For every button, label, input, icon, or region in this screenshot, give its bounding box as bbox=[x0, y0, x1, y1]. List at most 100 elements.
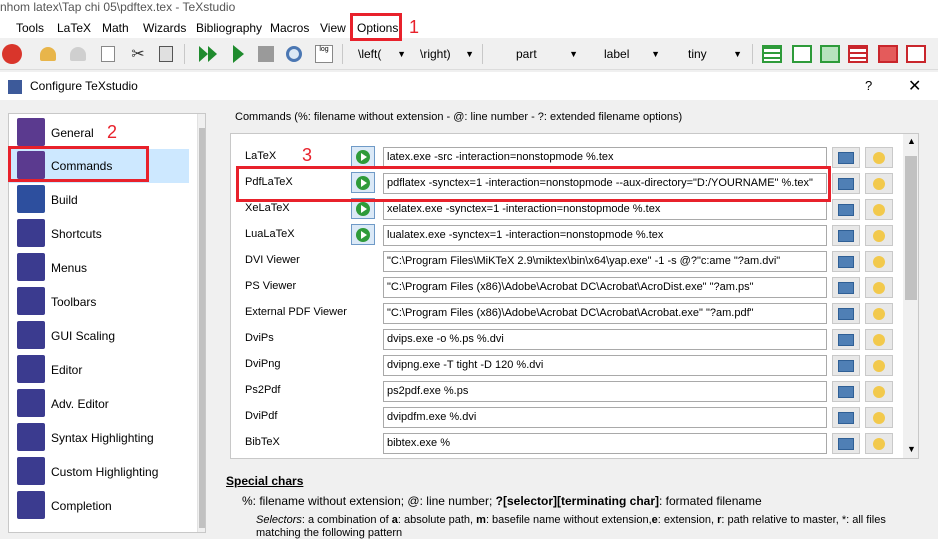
gui-scaling-icon bbox=[17, 321, 45, 349]
close-icon[interactable]: ✕ bbox=[908, 76, 921, 96]
reset-icon[interactable] bbox=[865, 329, 893, 350]
label-label: label bbox=[604, 47, 630, 61]
save-icon[interactable] bbox=[832, 199, 860, 220]
help-button[interactable]: ? bbox=[865, 78, 872, 93]
save-icon[interactable] bbox=[832, 433, 860, 454]
sidebar-item-menus[interactable]: Menus bbox=[9, 251, 189, 285]
left-delim-combo[interactable]: \left(▼ bbox=[358, 43, 408, 65]
xelatex-command-field[interactable]: xelatex.exe -synctex=1 -interaction=nons… bbox=[383, 199, 827, 220]
reset-icon[interactable] bbox=[865, 225, 893, 246]
dvipng-command-field[interactable]: dvipng.exe -T tight -D 120 %.dvi bbox=[383, 355, 827, 376]
redo-icon[interactable] bbox=[66, 42, 90, 66]
menu-latex[interactable]: LaTeX bbox=[57, 21, 91, 35]
undo-icon[interactable] bbox=[36, 42, 60, 66]
ps-viewer-command-field[interactable]: "C:\Program Files (x86)\Adobe\Acrobat DC… bbox=[383, 277, 827, 298]
sidebar-item-adv-editor[interactable]: Adv. Editor bbox=[9, 387, 189, 421]
reset-icon[interactable] bbox=[865, 251, 893, 272]
save-icon[interactable] bbox=[832, 355, 860, 376]
sidebar-item-custom-highlighting[interactable]: Custom Highlighting bbox=[9, 455, 189, 489]
save-icon[interactable] bbox=[832, 277, 860, 298]
save-icon[interactable] bbox=[832, 173, 860, 194]
chevron-up-icon[interactable]: ▲ bbox=[907, 136, 916, 146]
close-doc-icon[interactable] bbox=[0, 42, 24, 66]
ps2pdf-command-field[interactable]: ps2pdf.exe %.ps bbox=[383, 381, 827, 402]
table-delete-row-icon[interactable] bbox=[904, 42, 928, 66]
sidebar-scroll-thumb[interactable] bbox=[199, 128, 205, 528]
size-combo[interactable]: tiny ▼ bbox=[688, 43, 744, 65]
external-pdf-viewer-command-field[interactable]: "C:\Program Files (x86)\Adobe\Acrobat DC… bbox=[383, 303, 827, 324]
save-icon[interactable] bbox=[832, 147, 860, 168]
toolbars-icon bbox=[17, 287, 45, 315]
table-delete-icon[interactable] bbox=[846, 42, 870, 66]
table-col-icon[interactable] bbox=[790, 42, 814, 66]
stop-icon[interactable] bbox=[254, 42, 278, 66]
chevron-down-icon: ▼ bbox=[733, 49, 742, 59]
build-icon bbox=[17, 185, 45, 213]
paste-icon[interactable] bbox=[154, 42, 178, 66]
toolbar: ✂ log \left(▼ \right) ▼ part ▼ label ▼ tiny… bbox=[0, 38, 938, 70]
dvips-command-field[interactable]: dvips.exe -o %.ps %.dvi bbox=[383, 329, 827, 350]
build-view-icon[interactable] bbox=[196, 42, 220, 66]
menu-tools[interactable]: Tools bbox=[16, 21, 44, 35]
sidebar-scrollbar[interactable] bbox=[197, 114, 205, 532]
run-latex-button[interactable] bbox=[351, 146, 375, 167]
dvi-viewer-command-field[interactable]: "C:\Program Files\MiKTeX 2.9\miktex\bin\… bbox=[383, 251, 827, 272]
menu-wizards[interactable]: Wizards bbox=[143, 21, 186, 35]
syntax-icon bbox=[17, 423, 45, 451]
sidebar-item-build[interactable]: Build bbox=[9, 183, 189, 217]
save-icon[interactable] bbox=[832, 303, 860, 324]
reset-icon[interactable] bbox=[865, 381, 893, 402]
save-icon[interactable] bbox=[832, 381, 860, 402]
save-icon[interactable] bbox=[832, 329, 860, 350]
special-chars-line3: matching the following pattern bbox=[256, 527, 403, 539]
reset-icon[interactable] bbox=[865, 199, 893, 220]
copy-icon[interactable] bbox=[96, 42, 120, 66]
reset-icon[interactable] bbox=[865, 173, 893, 194]
reset-icon[interactable] bbox=[865, 147, 893, 168]
right-delim-combo[interactable]: \right) ▼ bbox=[420, 43, 476, 65]
label-combo[interactable]: label ▼ bbox=[604, 43, 662, 65]
reset-icon[interactable] bbox=[865, 303, 893, 324]
save-icon[interactable] bbox=[832, 251, 860, 272]
compile-icon[interactable] bbox=[226, 42, 250, 66]
sidebar-item-completion[interactable]: Completion bbox=[9, 489, 189, 523]
sidebar-item-editor[interactable]: Editor bbox=[9, 353, 189, 387]
table-icon[interactable] bbox=[760, 42, 784, 66]
custom-highlight-icon bbox=[17, 457, 45, 485]
latex-command-field[interactable]: latex.exe -src -interaction=nonstopmode … bbox=[383, 147, 827, 168]
dvipdf-command-field[interactable]: dvipdfm.exe %.dvi bbox=[383, 407, 827, 428]
commands-scrollbar[interactable]: ▲ ▼ bbox=[903, 134, 918, 458]
lualatex-command-field[interactable]: lualatex.exe -synctex=1 -interaction=non… bbox=[383, 225, 827, 246]
txs-icon bbox=[17, 118, 45, 146]
part-combo[interactable]: part ▼ bbox=[516, 43, 580, 65]
reset-icon[interactable] bbox=[865, 407, 893, 428]
menu-math[interactable]: Math bbox=[102, 21, 129, 35]
sidebar-item-shortcuts[interactable]: Shortcuts bbox=[9, 217, 189, 251]
save-icon[interactable] bbox=[832, 407, 860, 428]
reset-icon[interactable] bbox=[865, 277, 893, 298]
sidebar-item-toolbars[interactable]: Toolbars bbox=[9, 285, 189, 319]
annotation-box-pdflatex bbox=[236, 166, 831, 202]
sidebar-item-syntax-highlighting[interactable]: Syntax Highlighting bbox=[9, 421, 189, 455]
command-row-external-pdf-viewer: External PDF Viewer "C:\Program Files (x… bbox=[231, 300, 901, 326]
bibtex-command-field[interactable]: bibtex.exe % bbox=[383, 433, 827, 454]
sidebar-item-general[interactable]: General bbox=[9, 116, 189, 150]
table-row-icon[interactable] bbox=[818, 42, 842, 66]
menu-bibliography[interactable]: Bibliography bbox=[196, 21, 262, 35]
log-icon[interactable]: log bbox=[312, 42, 336, 66]
annotation-label-1: 1 bbox=[409, 17, 420, 37]
sidebar-item-gui-scaling[interactable]: GUI Scaling bbox=[9, 319, 189, 353]
annotation-box-commands bbox=[8, 146, 149, 182]
save-icon[interactable] bbox=[832, 225, 860, 246]
table-delete-col-icon[interactable] bbox=[876, 42, 900, 66]
special-chars-line2: Selectors: a combination of a: absolute … bbox=[256, 514, 886, 526]
cut-icon[interactable]: ✂ bbox=[126, 42, 150, 66]
reset-icon[interactable] bbox=[865, 433, 893, 454]
run-lualatex-button[interactable] bbox=[351, 224, 375, 245]
menu-view[interactable]: View bbox=[320, 21, 346, 35]
view-icon[interactable] bbox=[282, 42, 306, 66]
chevron-down-icon[interactable]: ▼ bbox=[907, 444, 916, 454]
reset-icon[interactable] bbox=[865, 355, 893, 376]
commands-scroll-thumb[interactable] bbox=[905, 156, 917, 300]
menu-macros[interactable]: Macros bbox=[270, 21, 309, 35]
